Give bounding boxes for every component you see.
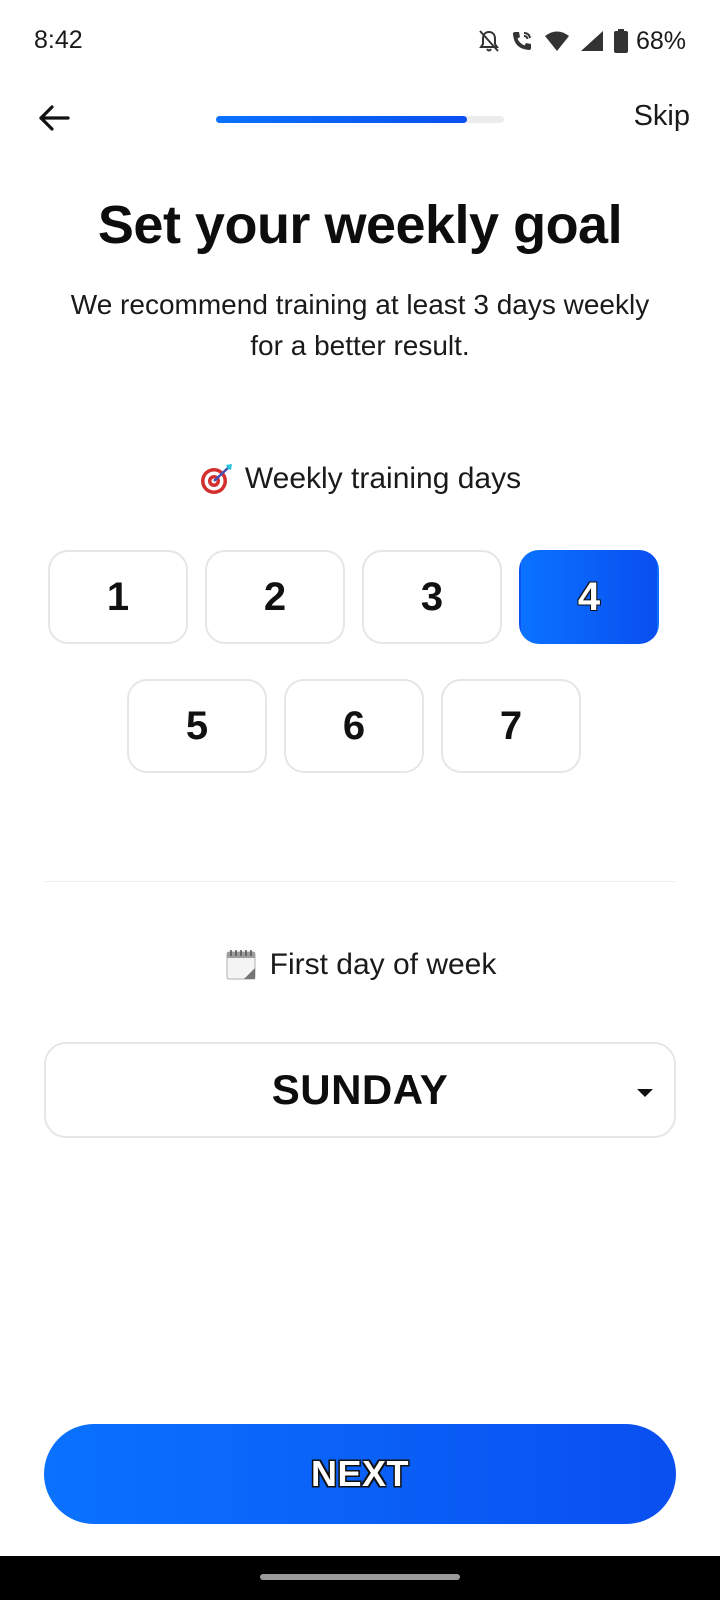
day-option-6[interactable]: 6 [284, 679, 424, 773]
onboarding-progress-bar [216, 116, 504, 123]
wifi-icon [544, 30, 570, 52]
battery-icon [613, 29, 628, 53]
section-divider [44, 881, 676, 882]
status-time: 8:42 [34, 26, 83, 54]
day-option-7[interactable]: 7 [441, 679, 581, 773]
day-option-4[interactable]: 4 [519, 550, 659, 644]
first-day-value: SUNDAY [271, 1066, 449, 1113]
day-option-5[interactable]: 5 [127, 679, 267, 773]
bell-off-icon [478, 29, 500, 53]
day-option-2[interactable]: 2 [205, 550, 345, 644]
day-option-3[interactable]: 3 [362, 550, 502, 644]
target-icon [199, 462, 233, 496]
arrow-left-icon [38, 104, 70, 137]
first-day-dropdown[interactable]: SUNDAY [44, 1042, 676, 1138]
skip-button[interactable]: Skip [634, 100, 690, 133]
signal-icon [580, 30, 604, 52]
battery-percentage: 68% [635, 26, 686, 55]
first-day-label: First day of week [0, 948, 720, 982]
training-days-label: Weekly training days [0, 462, 720, 496]
status-icons: 68% [478, 24, 686, 58]
back-button[interactable] [26, 92, 82, 148]
system-nav-bar [0, 1556, 720, 1600]
page-title: Set your weekly goal [97, 195, 623, 255]
status-bar: 8:42 68% [0, 0, 720, 84]
first-day-text: First day of week [269, 948, 497, 981]
training-days-text: Weekly training days [244, 462, 522, 495]
calendar-icon [224, 948, 258, 982]
page-subtitle: We recommend training at least 3 days we… [70, 289, 650, 361]
home-indicator[interactable] [260, 1574, 460, 1580]
day-option-1[interactable]: 1 [48, 550, 188, 644]
next-button[interactable]: NEXT [44, 1424, 676, 1524]
wifi-calling-icon [510, 29, 534, 53]
progress-fill [216, 116, 467, 123]
chevron-down-icon [634, 1082, 656, 1104]
next-button-label: NEXT [310, 1453, 409, 1494]
